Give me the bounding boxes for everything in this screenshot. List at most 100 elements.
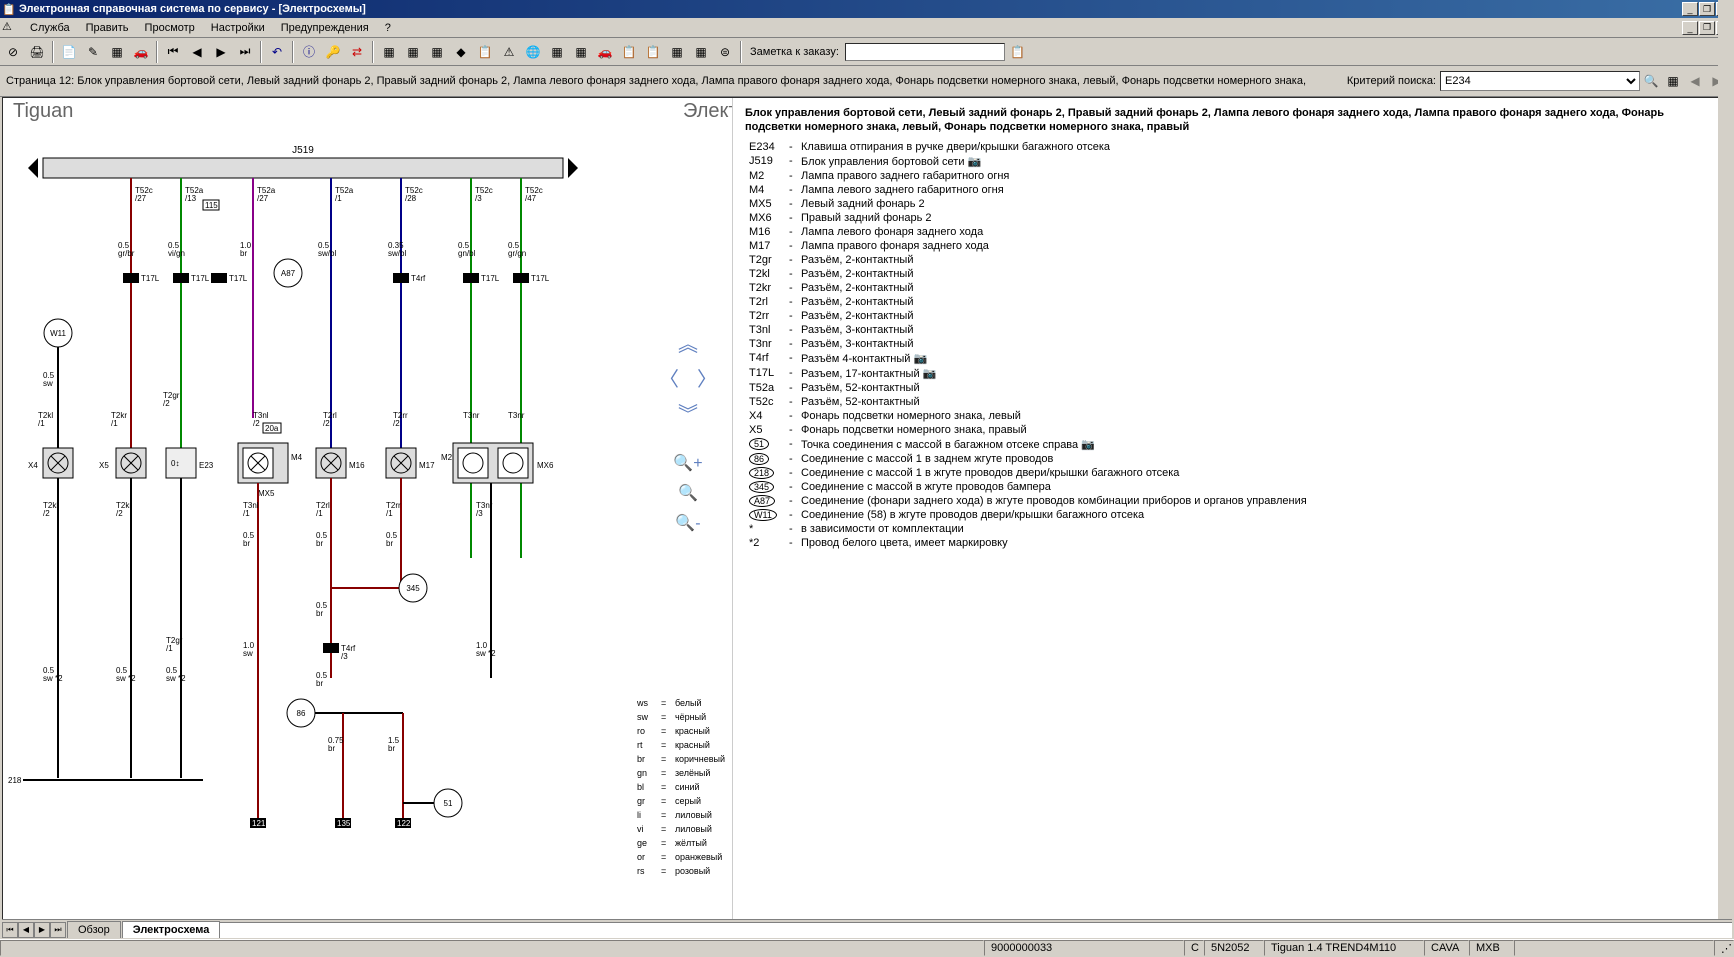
camera-icon[interactable]: 📷: [920, 368, 937, 380]
tb-print-icon[interactable]: 🖨: [26, 41, 48, 63]
desc-dash: -: [785, 508, 797, 522]
window-title: Электронная справочная система по сервис…: [19, 3, 1682, 15]
description-row: T2rr-Разъём, 2-контактный: [745, 309, 1311, 323]
diagram-nav-controls: ︽ 〈 〉 ︾ 🔍+ 🔍 🔍-: [659, 328, 717, 533]
svg-text:sw *2: sw *2: [476, 649, 496, 658]
svg-text:/27: /27: [135, 194, 147, 203]
desc-code: T3nl: [745, 323, 785, 337]
svg-text:20a: 20a: [265, 424, 279, 433]
search-go-icon[interactable]: 🔍: [1640, 70, 1662, 92]
tb-refresh-icon[interactable]: ⇄: [346, 41, 368, 63]
tb-g15-icon[interactable]: ⊜: [714, 41, 736, 63]
description-row: T2gr-Разъём, 2-контактный: [745, 253, 1311, 267]
tb-car-icon[interactable]: 🚗: [130, 41, 152, 63]
menu-icon: ⚠: [2, 20, 18, 36]
svg-text:/28: /28: [405, 194, 417, 203]
tb-key-icon[interactable]: 🔑: [322, 41, 344, 63]
tb-g11-icon[interactable]: 📋: [618, 41, 640, 63]
description-table: E234 - Клавиша отпирания в ручке двери/кры…: [745, 140, 1311, 550]
desc-code: T3nr: [745, 337, 785, 351]
vertical-scrollbar[interactable]: [1718, 0, 1734, 957]
tab-first-icon[interactable]: ⏮: [2, 922, 18, 938]
mdi-minimize-button[interactable]: _: [1682, 21, 1698, 35]
desc-code: M4: [745, 183, 785, 197]
tb-table-icon[interactable]: ▦: [106, 41, 128, 63]
tb-g4-icon[interactable]: ◆: [450, 41, 472, 63]
description-row: T3nl-Разъём, 3-контактный: [745, 323, 1311, 337]
camera-icon[interactable]: 📷: [1078, 439, 1095, 451]
menu-view[interactable]: Просмотр: [137, 20, 203, 36]
svg-text:/2: /2: [323, 419, 330, 428]
description-row: M4-Лампа левого заднего габаритного огня: [745, 183, 1311, 197]
desc-dash: -: [785, 309, 797, 323]
tb-g9-icon[interactable]: ▦: [570, 41, 592, 63]
maximize-button[interactable]: ❐: [1699, 2, 1715, 16]
description-row: M2-Лампа правого заднего габаритного огн…: [745, 169, 1311, 183]
search-criteria-select[interactable]: E234: [1440, 71, 1640, 91]
nav-right-icon[interactable]: 〉: [697, 363, 717, 392]
desc-text: Клавиша отпирания в ручке двери/крышки б…: [797, 140, 1311, 154]
note-input[interactable]: [845, 43, 1005, 61]
tab-next-icon[interactable]: ▶: [34, 922, 50, 938]
svg-text:sw: sw: [43, 379, 53, 388]
search-opt-icon[interactable]: ▦: [1662, 70, 1684, 92]
camera-icon[interactable]: 📷: [964, 156, 981, 168]
svg-text:W11: W11: [50, 329, 66, 338]
tab-overview[interactable]: Обзор: [67, 921, 121, 938]
tb-g12-icon[interactable]: 📋: [642, 41, 664, 63]
tb-g6-icon[interactable]: ⚠: [498, 41, 520, 63]
description-row: T52a-Разъём, 52-контактный: [745, 381, 1311, 395]
minimize-button[interactable]: _: [1682, 2, 1698, 16]
mdi-restore-button[interactable]: ❐: [1699, 21, 1715, 35]
svg-text:br: br: [386, 539, 393, 548]
svg-text:sw/bl: sw/bl: [388, 249, 406, 258]
desc-code: X4: [745, 409, 785, 423]
tb-g5-icon[interactable]: 📋: [474, 41, 496, 63]
toolbar: ⊘ 🖨 📄 ✎ ▦ 🚗 ⏮ ◀ ▶ ⏭ ↶ ⓘ 🔑 ⇄ ▦ ▦ ▦ ◆ 📋 ⚠ …: [0, 38, 1734, 66]
menu-warnings[interactable]: Предупреждения: [273, 20, 377, 36]
tb-g3-icon[interactable]: ▦: [426, 41, 448, 63]
zoom-out-icon[interactable]: 🔍-: [675, 513, 700, 533]
tb-g7-icon[interactable]: 🌐: [522, 41, 544, 63]
nav-left-icon[interactable]: 〈: [659, 363, 679, 392]
tb-g8-icon[interactable]: ▦: [546, 41, 568, 63]
tb-info-icon[interactable]: ⓘ: [298, 41, 320, 63]
desc-text: Провод белого цвета, имеет маркировку: [797, 536, 1311, 550]
tab-last-icon[interactable]: ⏭: [50, 922, 66, 938]
tb-new-icon[interactable]: 📄: [58, 41, 80, 63]
desc-code: E234: [745, 140, 785, 154]
tab-wiring-diagram[interactable]: Электросхема: [122, 921, 221, 938]
zoom-reset-icon[interactable]: 🔍: [678, 483, 698, 503]
tb-last-icon[interactable]: ⏭: [234, 41, 256, 63]
tb-prev-icon[interactable]: ◀: [186, 41, 208, 63]
tb-g10-icon[interactable]: 🚗: [594, 41, 616, 63]
legend-row: or=оранжевый: [637, 851, 725, 863]
tb-back-icon[interactable]: ↶: [266, 41, 288, 63]
menu-settings[interactable]: Настройки: [203, 20, 273, 36]
svg-text:/13: /13: [185, 194, 197, 203]
tb-g2-icon[interactable]: ▦: [402, 41, 424, 63]
tb-g14-icon[interactable]: ▦: [690, 41, 712, 63]
tb-stop-icon[interactable]: ⊘: [2, 41, 24, 63]
description-row: M17-Лампа правого фонаря заднего хода: [745, 239, 1311, 253]
tb-first-icon[interactable]: ⏮: [162, 41, 184, 63]
tab-prev-icon[interactable]: ◀: [18, 922, 34, 938]
camera-icon[interactable]: 📷: [910, 353, 927, 365]
menu-help[interactable]: ?: [377, 20, 399, 36]
nav-down-icon[interactable]: ︾: [678, 398, 698, 427]
description-row: T4rf-Разъём 4-контактный 📷: [745, 351, 1311, 366]
nav-up-icon[interactable]: ︽: [678, 328, 698, 357]
tb-g1-icon[interactable]: ▦: [378, 41, 400, 63]
menu-service[interactable]: Служба: [22, 20, 78, 36]
desc-dash: -: [785, 225, 797, 239]
menu-edit[interactable]: Править: [78, 20, 137, 36]
tb-g13-icon[interactable]: ▦: [666, 41, 688, 63]
zoom-in-icon[interactable]: 🔍+: [673, 453, 702, 473]
tb-edit-icon[interactable]: ✎: [82, 41, 104, 63]
svg-text:sw *2: sw *2: [43, 674, 63, 683]
tb-next-icon[interactable]: ▶: [210, 41, 232, 63]
search-prev-icon[interactable]: ◀: [1684, 70, 1706, 92]
desc-dash: -: [785, 437, 797, 452]
tb-note-browse-icon[interactable]: 📋: [1007, 41, 1029, 63]
wiring-diagram-svg: J519 T52c/27 0.5gr/br T52a/13 0.5vi/gn 1…: [3, 118, 723, 908]
